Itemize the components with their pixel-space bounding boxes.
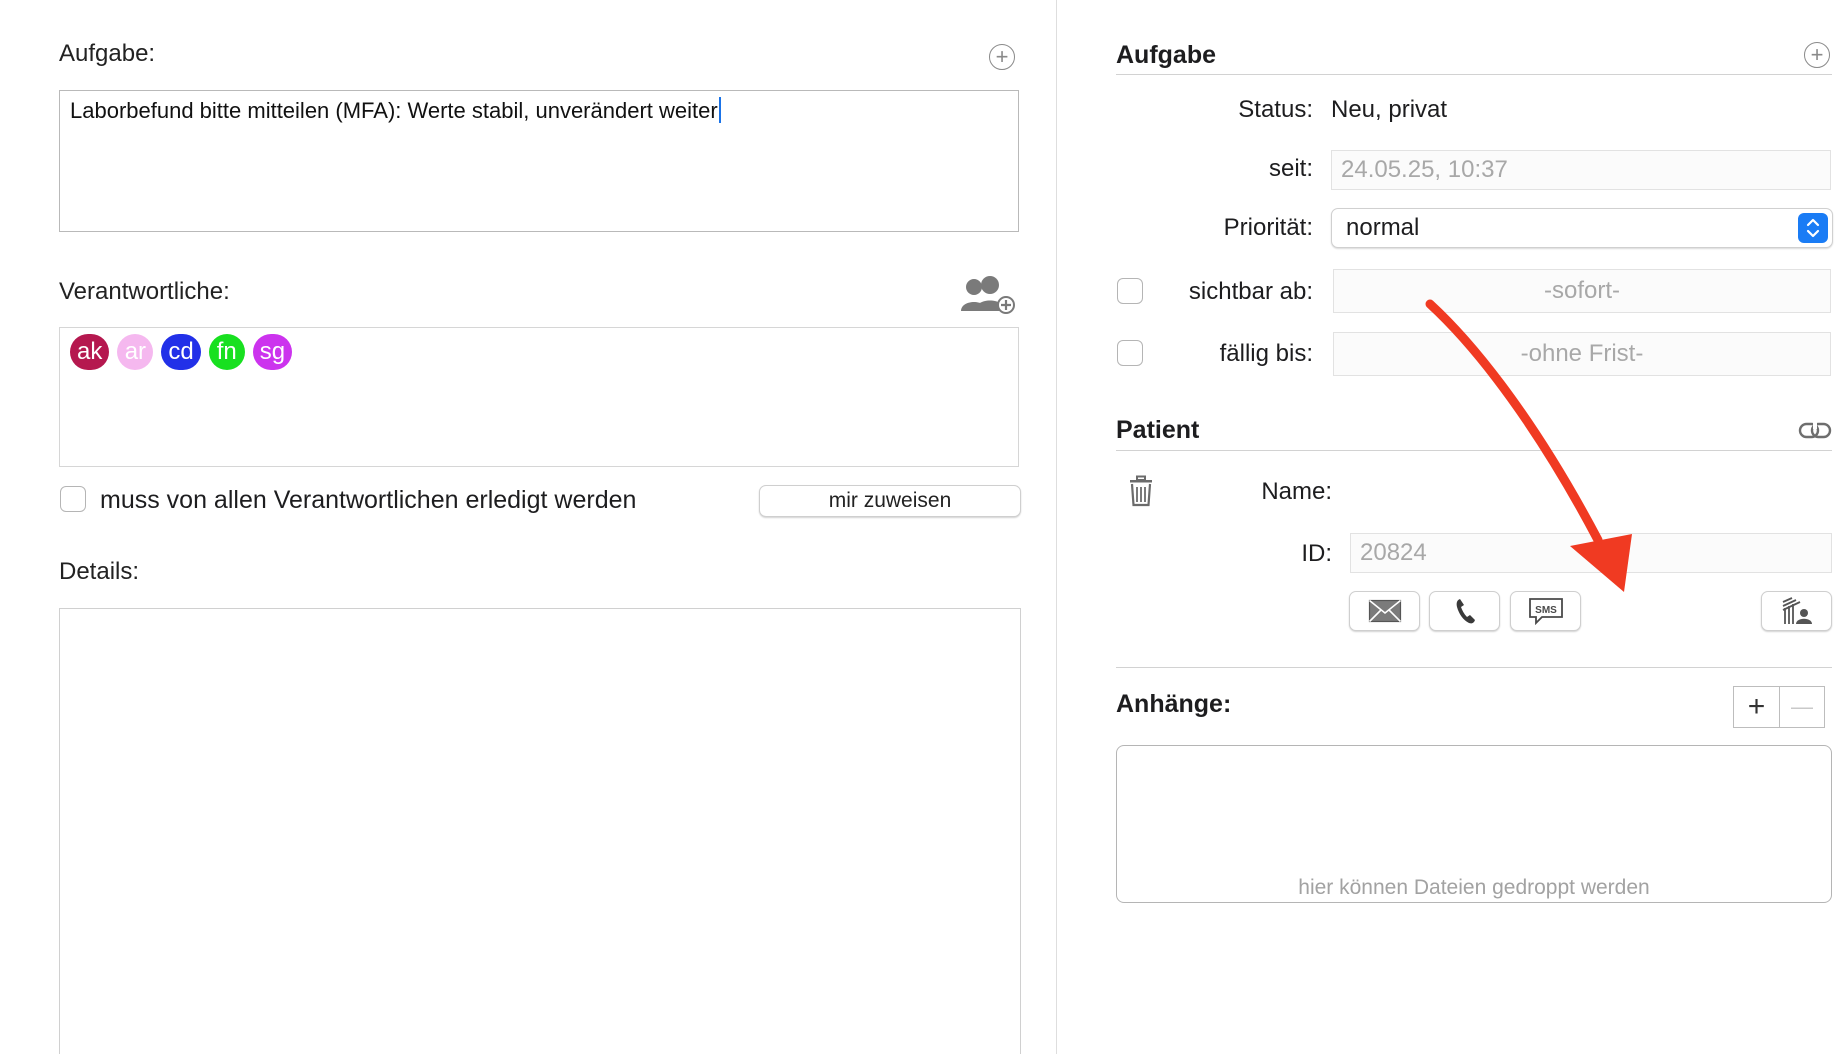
visible-from-checkbox[interactable] <box>1117 278 1143 304</box>
text-caret <box>718 97 721 123</box>
annotation-arrow <box>1425 299 1632 592</box>
all-done-label: muss von allen Verantwortlichen erledigt… <box>100 486 637 514</box>
responsible-chip[interactable]: ar <box>117 334 154 370</box>
status-value: Neu, privat <box>1331 96 1448 123</box>
phone-icon <box>1456 599 1475 624</box>
assign-me-button[interactable]: mir zuweisen <box>759 485 1021 517</box>
add-task-section-icon[interactable]: + <box>1804 42 1830 68</box>
priority-value: normal <box>1346 214 1420 241</box>
all-done-checkbox[interactable] <box>60 486 86 512</box>
name-label: Name: <box>1261 478 1332 505</box>
add-attachment-button[interactable]: + <box>1733 686 1779 728</box>
priority-label: Priorität: <box>1223 214 1313 241</box>
attachments-drop-area[interactable]: hier können Dateien gedroppt werden <box>1116 745 1832 903</box>
details-textarea[interactable] <box>59 608 1021 1054</box>
since-field: 24.05.25, 10:37 <box>1331 150 1831 190</box>
link-icon[interactable] <box>1798 418 1832 444</box>
task-textarea[interactable]: Laborbefund bitte mitteilen (MFA): Werte… <box>59 90 1019 232</box>
priority-select[interactable]: normal <box>1331 208 1833 248</box>
panel-divider <box>1056 0 1057 1054</box>
sms-icon-text: SMS <box>1535 605 1557 616</box>
due-checkbox[interactable] <box>1117 340 1143 366</box>
sms-icon: SMS <box>1528 598 1563 625</box>
task-text: Laborbefund bitte mitteilen (MFA): Werte… <box>70 98 718 123</box>
responsible-chip[interactable]: ak <box>70 334 110 370</box>
add-task-icon[interactable]: + <box>989 44 1015 70</box>
responsible-label: Verantwortliche: <box>59 278 230 305</box>
patient-record-button[interactable] <box>1761 591 1832 631</box>
responsible-chips: ak ar cd fn sg <box>60 328 1018 376</box>
visible-from-label: sichtbar ab: <box>1188 278 1313 305</box>
patient-section-title: Patient <box>1116 416 1200 444</box>
add-responsible-icon[interactable] <box>960 275 1016 315</box>
trash-icon[interactable] <box>1127 475 1155 507</box>
task-section-title: Aufgabe <box>1116 41 1216 69</box>
patient-record-icon <box>1782 597 1812 624</box>
responsible-chip[interactable]: fn <box>208 334 245 370</box>
attachments-divider <box>1116 667 1832 668</box>
responsible-list[interactable]: ak ar cd fn sg <box>59 327 1019 467</box>
task-label: Aufgabe: <box>59 40 156 67</box>
envelope-icon <box>1368 599 1401 623</box>
status-label: Status: <box>1238 96 1313 123</box>
responsible-chip[interactable]: cd <box>161 334 201 370</box>
attachments-title: Anhänge: <box>1116 690 1232 718</box>
task-section-line <box>1116 74 1832 75</box>
since-label: seit: <box>1268 155 1313 182</box>
chevron-updown-icon <box>1798 213 1828 243</box>
drop-hint: hier können Dateien gedroppt werden <box>1298 876 1650 899</box>
id-label: ID: <box>1301 540 1332 567</box>
responsible-chip[interactable]: sg <box>252 334 293 370</box>
details-label: Details: <box>59 558 140 585</box>
due-label: fällig bis: <box>1219 340 1313 367</box>
remove-attachment-button[interactable]: — <box>1779 686 1825 728</box>
